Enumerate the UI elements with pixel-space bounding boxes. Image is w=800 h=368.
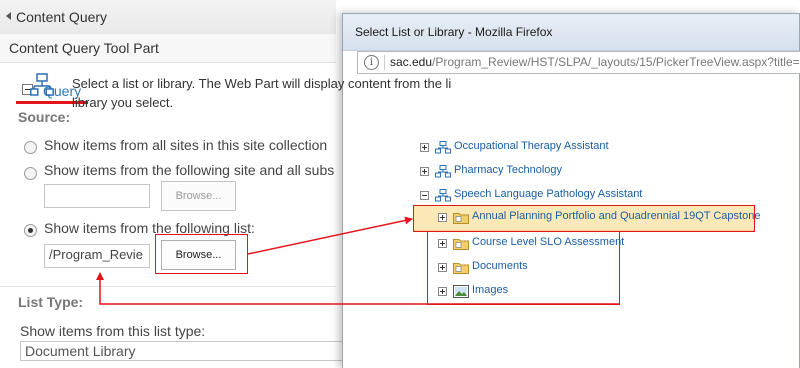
library-to-input-arrow [96,272,620,305]
annotation-arrows [96,216,620,305]
browse-to-library-arrow [247,216,413,255]
